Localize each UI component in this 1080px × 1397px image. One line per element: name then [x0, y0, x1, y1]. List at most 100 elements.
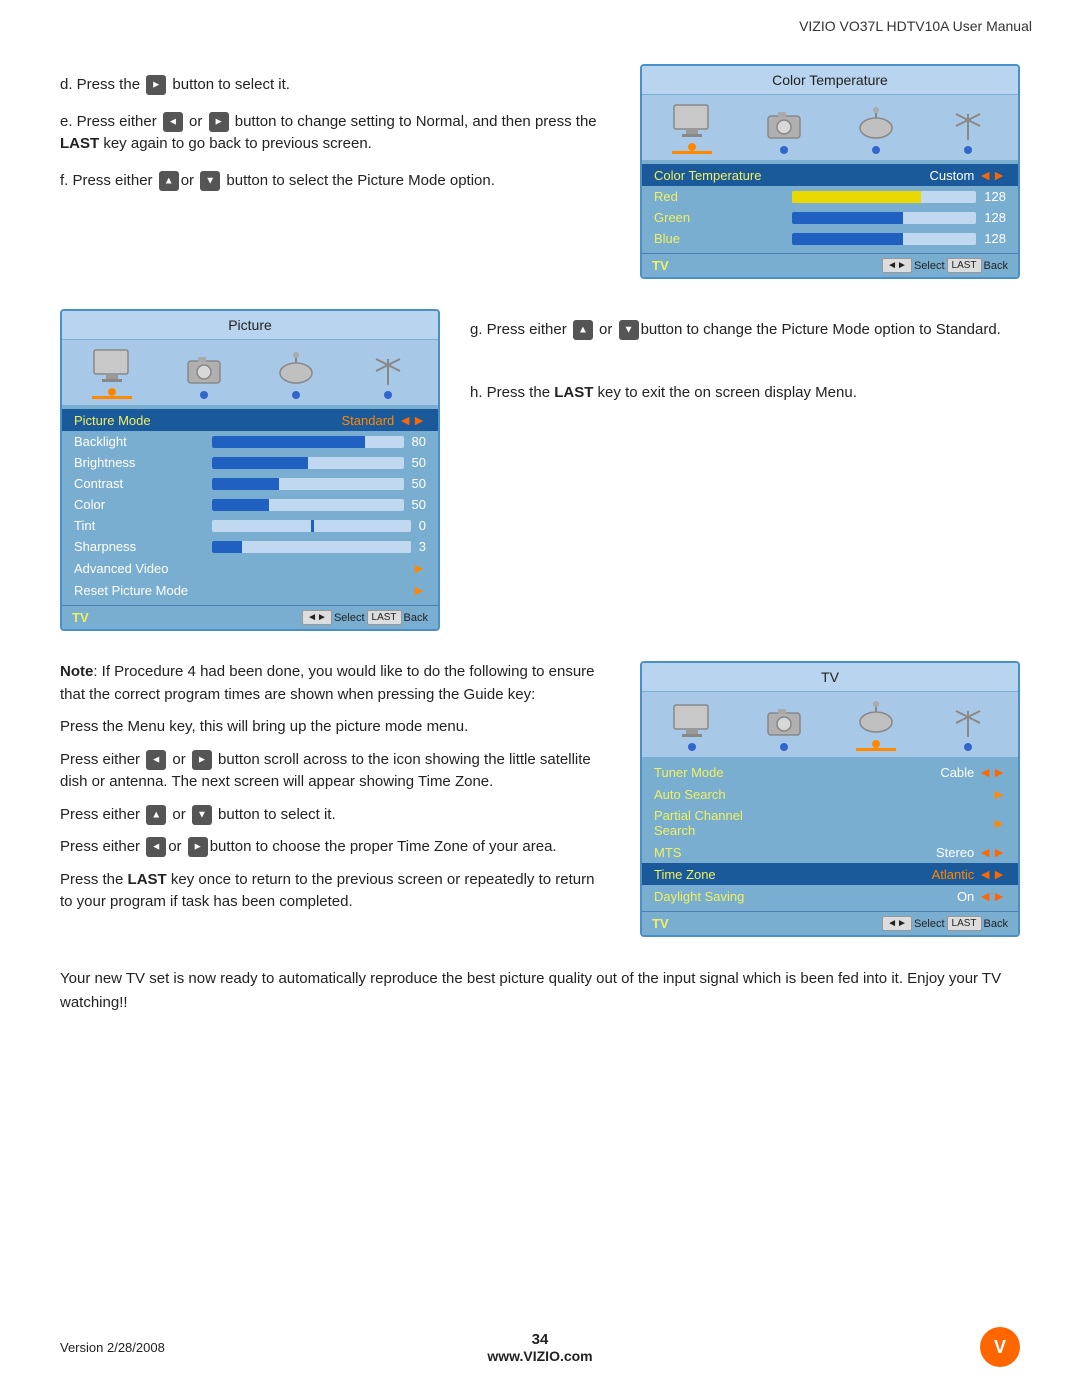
vizio-logo: V [980, 1327, 1020, 1367]
tv-icon-satellite [856, 700, 896, 751]
icon-satellite [856, 106, 896, 154]
pic-bar-fill-2 [212, 457, 308, 469]
icon-antenna [948, 106, 988, 154]
color-temp-row-1: Red 128 [642, 186, 1018, 207]
tv-key-select-text: Select [914, 918, 945, 930]
ct-bar-1 [792, 191, 976, 203]
left-btn-p4 [146, 837, 166, 857]
picture-footer: TV ◄► Select LAST Back [62, 605, 438, 629]
tv-row-4: Time Zone Atlantic ◄► [642, 863, 1018, 885]
left-btn-p2 [146, 750, 166, 770]
up-button-icon-f [159, 171, 179, 191]
steps-def-text: d. Press the button to select it. e. Pre… [60, 64, 610, 279]
tv-icon-monitor [672, 703, 712, 751]
pic-label-8: Reset Picture Mode [74, 583, 204, 598]
ct-key-select: ◄► [882, 258, 912, 273]
ct-key-last: LAST [947, 258, 982, 273]
tv-value-5: On [957, 889, 974, 904]
color-temp-title: Color Temperature [642, 66, 1018, 95]
note-p5: Press the LAST key once to return to the… [60, 869, 610, 914]
tv-rows: Tuner Mode Cable ◄► Auto Search ► Partia… [642, 757, 1018, 911]
note-p1: Press the Menu key, this will bring up t… [60, 716, 610, 739]
pic-satellite-svg [276, 351, 316, 387]
pic-value-1: 80 [412, 434, 426, 449]
color-temp-row-0: Color Temperature Custom ◄► [642, 164, 1018, 186]
camera-svg [764, 106, 804, 142]
pic-value-0: Standard [342, 413, 395, 428]
pic-arrow-0: ◄► [398, 412, 426, 428]
pic-camera-svg [184, 351, 224, 387]
ct-footer-label: TV [652, 258, 669, 273]
tv-icon-antenna [948, 703, 988, 751]
antenna-svg [948, 106, 988, 142]
tv-label-3: MTS [654, 845, 784, 860]
footer-page-number: 34 [487, 1331, 592, 1348]
picture-row-7: Advanced Video ► [62, 557, 438, 579]
pic-bar-fill-6 [212, 541, 242, 553]
pic-footer-label: TV [72, 610, 89, 625]
tv-arrow-2: ► [992, 815, 1006, 831]
pic-value-2: 50 [412, 455, 426, 470]
tv-satellite-svg [856, 700, 896, 736]
pic-tint-dot [311, 520, 314, 532]
tv-row-0: Tuner Mode Cable ◄► [642, 761, 1018, 783]
tv-icon-dot-3 [872, 740, 880, 748]
tv-key-last: LAST [947, 916, 982, 931]
pic-bar-6 [212, 541, 411, 553]
tv-row-2: Partial Channel Search ► [642, 805, 1018, 841]
pic-label-4: Color [74, 497, 204, 512]
final-text: Your new TV set is now ready to automati… [60, 967, 1020, 1015]
tv-icon-camera [764, 703, 804, 751]
tv-label-0: Tuner Mode [654, 765, 784, 780]
color-temp-panel-container: Color Temperature [640, 64, 1020, 279]
color-temp-row-3: Blue 128 [642, 228, 1018, 249]
tv-label-1: Auto Search [654, 787, 784, 802]
satellite-svg [856, 106, 896, 142]
icon-dot-1 [688, 143, 696, 151]
pic-footer-keys: ◄► Select LAST Back [302, 610, 428, 625]
section-note: Note: If Procedure 4 had been done, you … [60, 661, 1020, 937]
tv-label-5: Daylight Saving [654, 889, 784, 904]
pic-icon-dot-3 [292, 391, 300, 399]
left-button-icon [163, 112, 183, 132]
picture-row-2: Brightness 50 [62, 452, 438, 473]
ct-label-3: Blue [654, 231, 784, 246]
pic-bar-fill-1 [212, 436, 365, 448]
tv-row-3: MTS Stereo ◄► [642, 841, 1018, 863]
right-btn-p2 [192, 750, 212, 770]
ct-value-1: 128 [984, 189, 1006, 204]
pic-value-5: 0 [419, 518, 426, 533]
tv-icon-dot-4 [964, 743, 972, 751]
tv-label-2: Partial Channel Search [654, 808, 784, 838]
pic-bar-3 [212, 478, 404, 490]
pic-icon-dot-1 [108, 388, 116, 396]
picture-row-3: Contrast 50 [62, 473, 438, 494]
pic-label-7: Advanced Video [74, 561, 204, 576]
note-bold: Note [60, 663, 93, 680]
tv-row-5: Daylight Saving On ◄► [642, 885, 1018, 907]
tv-value-3: Stereo [936, 845, 974, 860]
icon-dot-2 [780, 146, 788, 154]
page-footer: Version 2/28/2008 34 www.VIZIO.com V [0, 1327, 1080, 1367]
pic-value-6: 3 [419, 539, 426, 554]
pic-bar-2 [212, 457, 404, 469]
picture-row-6: Sharpness 3 [62, 536, 438, 557]
picture-row-0: Picture Mode Standard ◄► [62, 409, 438, 431]
color-temp-row-2: Green 128 [642, 207, 1018, 228]
tv-icon-dot-2 [780, 743, 788, 751]
note-p3: Press either or button to select it. [60, 804, 610, 827]
logo-letter: V [994, 1337, 1006, 1358]
step-h: h. Press the LAST key to exit the on scr… [470, 382, 1020, 405]
icon-camera [764, 106, 804, 154]
picture-icons-row [62, 340, 438, 405]
tv-label-4: Time Zone [654, 867, 784, 882]
tv-panel: TV [640, 661, 1020, 937]
up-btn-g [573, 320, 593, 340]
pic-label-0: Picture Mode [74, 413, 204, 428]
tv-monitor-svg [672, 703, 712, 739]
note-text: Note: If Procedure 4 had been done, you … [60, 661, 610, 937]
page-header: VIZIO VO37L HDTV10A User Manual [0, 0, 1080, 34]
ct-label-2: Green [654, 210, 784, 225]
pic-label-5: Tint [74, 518, 204, 533]
tv-key-select: ◄► [882, 916, 912, 931]
